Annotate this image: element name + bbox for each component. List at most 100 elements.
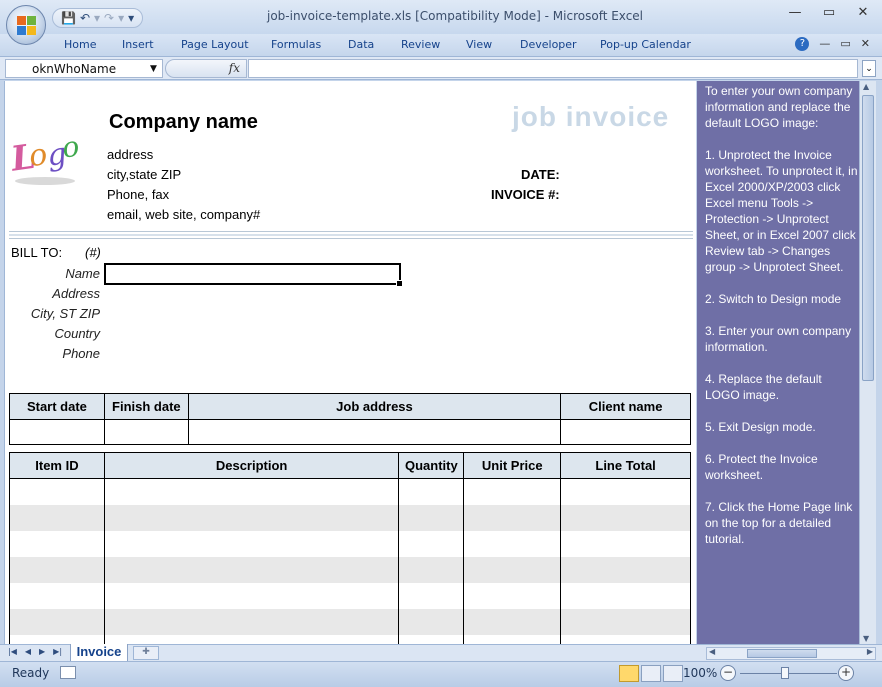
logo-image: L o g o (9, 130, 81, 185)
tab-formulas[interactable]: Formulas (271, 38, 321, 51)
scroll-right-icon[interactable]: ▶ (867, 647, 873, 656)
tab-data[interactable]: Data (348, 38, 374, 51)
normal-view-icon[interactable] (619, 665, 639, 682)
worksheet[interactable]: L o g o Company name job invoice address… (4, 81, 696, 644)
zoom-level[interactable]: 100% (683, 666, 717, 680)
horizontal-scrollbar[interactable]: ◀ ▶ (706, 647, 876, 660)
tab-developer[interactable]: Developer (520, 38, 577, 51)
city-state-zip-line[interactable]: city,state ZIP (107, 167, 181, 182)
scroll-left-icon[interactable]: ◀ (709, 647, 715, 656)
vertical-scrollbar[interactable]: ▲ ▼ (859, 81, 876, 644)
table-row[interactable] (9, 504, 691, 531)
first-sheet-icon[interactable]: |◀ (8, 647, 17, 656)
last-sheet-icon[interactable]: ▶| (53, 647, 62, 656)
save-icon[interactable]: 💾 (61, 11, 76, 25)
doc-minimize-button[interactable]: — (819, 37, 830, 51)
page-layout-view-icon[interactable] (641, 665, 661, 682)
close-button[interactable]: ✕ (854, 5, 872, 20)
formula-input[interactable] (248, 59, 858, 78)
doc-restore-button[interactable]: ▭ (840, 37, 850, 51)
redo-dropdown-icon[interactable]: ▾ (118, 11, 124, 25)
client-name-cell[interactable] (560, 419, 691, 445)
zoom-out-icon[interactable]: − (720, 665, 736, 681)
page-break-view-icon[interactable] (663, 665, 683, 682)
ribbon-tabs: Home Insert Page Layout Formulas Data Re… (0, 34, 882, 56)
undo-dropdown-icon[interactable]: ▾ (94, 11, 100, 25)
instructions-intro: To enter your own company information an… (705, 84, 853, 130)
next-sheet-icon[interactable]: ▶ (39, 647, 45, 656)
vertical-scroll-thumb[interactable] (862, 95, 874, 381)
bill-to-label: BILL TO: (11, 245, 63, 260)
table-row[interactable] (9, 556, 691, 583)
name-box-value: oknWhoName (32, 62, 117, 76)
tab-popup-calendar[interactable]: Pop-up Calendar (600, 38, 691, 51)
phone-fax-line[interactable]: Phone, fax (107, 187, 169, 202)
date-label: DATE: (521, 167, 560, 182)
redo-icon[interactable]: ↷ (104, 11, 114, 25)
col-start-date: Start date (9, 393, 105, 420)
table-row[interactable] (9, 478, 691, 505)
table-row[interactable] (9, 634, 691, 644)
instruction-step: 5. Exit Design mode. (705, 420, 816, 434)
table-row (9, 419, 691, 445)
status-bar: Ready 100% − + (0, 661, 882, 687)
horizontal-scroll-thumb[interactable] (747, 649, 817, 658)
items-table: Item ID Description Quantity Unit Price … (9, 452, 691, 644)
zoom-in-icon[interactable]: + (838, 665, 854, 681)
finish-date-cell[interactable] (103, 419, 189, 445)
job-table: Start date Finish date Job address Clien… (9, 393, 691, 445)
name-box[interactable]: oknWhoName ▼ (5, 59, 163, 78)
title-bar: 💾 ↶ ▾ ↷ ▾ ▾ job-invoice-template.xls [Co… (0, 0, 882, 45)
table-row[interactable] (9, 530, 691, 557)
zoom-slider-knob[interactable] (781, 667, 789, 679)
col-quantity: Quantity (398, 452, 465, 479)
instructions-panel: To enter your own company information an… (697, 81, 859, 644)
quick-access-toolbar: 💾 ↶ ▾ ↷ ▾ ▾ (52, 8, 144, 28)
tab-home[interactable]: Home (64, 38, 96, 51)
scroll-down-icon[interactable]: ▼ (863, 634, 869, 643)
table-row[interactable] (9, 608, 691, 635)
col-client-name: Client name (560, 393, 691, 420)
instruction-step: 6. Protect the Invoice worksheet. (705, 452, 818, 482)
tab-view[interactable]: View (466, 38, 492, 51)
address-line[interactable]: address (107, 147, 153, 162)
help-icon[interactable]: ? (795, 37, 810, 51)
table-row[interactable] (9, 582, 691, 609)
company-name[interactable]: Company name (109, 111, 258, 134)
tab-review[interactable]: Review (401, 38, 440, 51)
customize-qat-icon[interactable]: ▾ (128, 11, 134, 25)
doc-close-button[interactable]: ✕ (861, 37, 870, 51)
minimize-button[interactable]: — (786, 5, 804, 20)
scroll-up-icon[interactable]: ▲ (863, 82, 869, 91)
start-date-cell[interactable] (9, 419, 105, 445)
bill-name-label: Name (65, 266, 100, 281)
prev-sheet-icon[interactable]: ◀ (25, 647, 31, 656)
col-unit-price: Unit Price (463, 452, 562, 479)
instruction-step: 3. Enter your own company information. (705, 324, 852, 354)
bill-phone-label: Phone (62, 346, 100, 361)
insert-sheet-icon[interactable]: ✚ (133, 646, 159, 660)
job-address-cell[interactable] (187, 419, 562, 445)
col-job-address: Job address (187, 393, 562, 420)
undo-icon[interactable]: ↶ (80, 11, 90, 25)
email-web-line[interactable]: email, web site, company# (107, 207, 260, 222)
instruction-step: 7. Click the Home Page link on the top f… (705, 500, 853, 546)
expand-formula-bar-icon[interactable]: ⌄ (862, 60, 876, 77)
office-logo-icon (17, 16, 36, 35)
office-button[interactable] (6, 5, 46, 45)
window-title: job-invoice-template.xls [Compatibility … (266, 9, 644, 23)
formula-bar: oknWhoName ▼ fx ⌄ (0, 56, 882, 80)
fx-icon[interactable]: fx (229, 61, 240, 75)
chevron-down-icon[interactable]: ▼ (150, 64, 157, 74)
maximize-button[interactable]: ▭ (820, 5, 838, 20)
document-title: job invoice (512, 101, 670, 132)
macro-record-icon[interactable] (60, 666, 76, 679)
svg-text:o: o (60, 130, 81, 165)
instruction-step: 4. Replace the default LOGO image. (705, 372, 822, 402)
selected-cell-name[interactable] (104, 263, 403, 287)
instruction-step: 1. Unprotect the Invoice worksheet. To u… (705, 148, 858, 274)
tab-page-layout[interactable]: Page Layout (181, 38, 249, 51)
col-item-id: Item ID (9, 452, 105, 479)
tab-insert[interactable]: Insert (122, 38, 154, 51)
sheet-tab-invoice[interactable]: Invoice (70, 644, 128, 662)
